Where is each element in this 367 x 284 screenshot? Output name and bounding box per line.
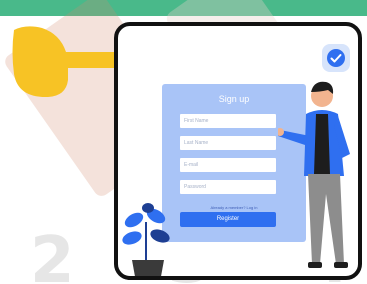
password-field[interactable]: Password <box>180 180 276 194</box>
last-name-field[interactable]: Last Name <box>180 136 276 150</box>
potted-plant-illustration <box>122 203 170 276</box>
pointing-hand-icon <box>12 26 126 98</box>
person-illustration <box>278 81 350 268</box>
email-field[interactable]: E-mail <box>180 158 276 172</box>
check-badge-icon <box>322 44 350 72</box>
first-name-field[interactable]: First Name <box>180 114 276 128</box>
step-number: 2 <box>30 224 75 284</box>
register-button[interactable]: Register <box>180 212 276 227</box>
